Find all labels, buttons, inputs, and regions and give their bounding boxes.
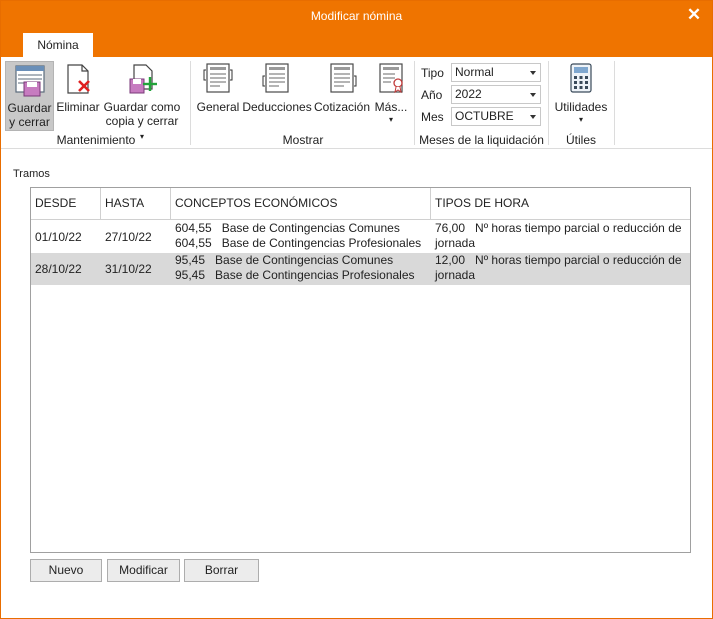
hasta-cell: 27/10/22: [105, 230, 152, 244]
cotizacion-button[interactable]: Cotización: [313, 61, 371, 131]
ribbon: Guardar y cerrar Eliminar Guardar como c…: [1, 57, 712, 149]
ribbon-separator: [414, 61, 415, 145]
deducciones-button[interactable]: Deducciones: [242, 61, 312, 131]
anio-label: Año: [421, 88, 443, 102]
tipo-hora-line: jornada: [435, 268, 476, 282]
anio-value: 2022: [455, 87, 482, 101]
tramos-label: Tramos: [13, 168, 50, 180]
tipo-select[interactable]: Normal: [451, 63, 541, 82]
group-label-mantenimiento: Mantenimiento: [56, 133, 136, 147]
ribbon-separator: [190, 61, 191, 145]
tipo-hora-line: jornada: [435, 236, 476, 250]
table-row[interactable]: 28/10/22 31/10/22 95,45 Base de Continge…: [31, 253, 690, 285]
hasta-cell: 31/10/22: [105, 262, 152, 276]
guardar-copia-label-1: Guardar como: [103, 100, 181, 114]
guardar-label-1: Guardar: [7, 101, 52, 115]
tramos-grid[interactable]: DESDE HASTA CONCEPTOS ECONÓMICOS TIPOS D…: [30, 187, 691, 553]
payslip-cotizacion-icon: [326, 61, 358, 97]
utilidades-button[interactable]: Utilidades ▾: [553, 61, 609, 131]
table-row[interactable]: 01/10/22 27/10/22 604,55 Base de Conting…: [31, 221, 690, 253]
close-icon[interactable]: ✕: [683, 4, 705, 26]
save-close-icon: [14, 62, 46, 98]
concepto-line: 95,45 Base de Contingencias Profesionale…: [175, 268, 415, 282]
column-header-conceptos[interactable]: CONCEPTOS ECONÓMICOS: [171, 188, 431, 219]
dropdown-arrow-icon: [530, 71, 536, 75]
mes-select[interactable]: OCTUBRE: [451, 107, 541, 126]
payslip-general-icon: [202, 61, 234, 97]
ribbon-separator: [614, 61, 615, 145]
title-bar: Modificar nómina ✕: [1, 1, 712, 33]
tipo-value: Normal: [455, 65, 494, 79]
grid-header: DESDE HASTA CONCEPTOS ECONÓMICOS TIPOS D…: [31, 188, 690, 220]
window-title: Modificar nómina: [310, 9, 403, 23]
tipo-hora-line: 76,00 Nº horas tiempo parcial o reducció…: [435, 221, 682, 235]
ribbon-separator: [548, 61, 549, 145]
general-label: General: [196, 100, 240, 114]
guardar-y-cerrar-button[interactable]: Guardar y cerrar: [5, 61, 54, 131]
deducciones-label: Deducciones: [242, 100, 312, 114]
mes-label: Mes: [421, 110, 444, 124]
tipo-label: Tipo: [421, 66, 444, 80]
guardar-label-2: y cerrar: [9, 115, 50, 129]
ribbon-tabstrip: Nómina: [1, 33, 712, 57]
conceptos-cell: 95,45 Base de Contingencias Comunes 95,4…: [175, 253, 431, 285]
group-label-utiles: Útiles: [565, 133, 596, 147]
dropdown-arrow-icon: [530, 93, 536, 97]
chevron-down-icon: ▾: [388, 115, 393, 124]
modificar-button[interactable]: Modificar: [107, 559, 180, 582]
nuevo-button[interactable]: Nuevo: [30, 559, 102, 582]
cotizacion-label: Cotización: [313, 100, 371, 114]
mas-button[interactable]: Más... ▾: [373, 61, 409, 131]
tipo-hora-cell: 76,00 Nº horas tiempo parcial o reducció…: [435, 221, 690, 253]
utilidades-label: Utilidades: [554, 100, 608, 114]
guardar-copia-button[interactable]: Guardar como copia y cerrar ▾: [102, 61, 182, 141]
concepto-line: 604,55 Base de Contingencias Profesional…: [175, 236, 422, 250]
column-header-hasta[interactable]: HASTA: [101, 188, 171, 219]
eliminar-label: Eliminar: [56, 100, 100, 114]
tipo-hora-line: 12,00 Nº horas tiempo parcial o reducció…: [435, 253, 682, 267]
payslip-deducciones-icon: [261, 61, 293, 97]
desde-cell: 01/10/22: [35, 230, 82, 244]
concepto-line: 604,55 Base de Contingencias Comunes: [175, 221, 400, 235]
save-copy-icon: [126, 61, 158, 97]
borrar-button[interactable]: Borrar: [184, 559, 259, 582]
tab-nomina[interactable]: Nómina: [23, 33, 93, 57]
group-label-mostrar: Mostrar: [282, 133, 324, 147]
column-header-desde[interactable]: DESDE: [31, 188, 101, 219]
mes-value: OCTUBRE: [455, 109, 514, 123]
anio-select[interactable]: 2022: [451, 85, 541, 104]
group-label-meses: Meses de la liquidación: [419, 133, 544, 147]
payslip-more-icon: [375, 61, 407, 97]
conceptos-cell: 604,55 Base de Contingencias Comunes 604…: [175, 221, 431, 253]
eliminar-button[interactable]: Eliminar: [56, 61, 100, 131]
concepto-line: 95,45 Base de Contingencias Comunes: [175, 253, 394, 267]
delete-document-icon: [62, 61, 94, 97]
chevron-down-icon: ▾: [578, 115, 583, 124]
general-button[interactable]: General: [195, 61, 241, 131]
tipo-hora-cell: 12,00 Nº horas tiempo parcial o reducció…: [435, 253, 690, 285]
desde-cell: 28/10/22: [35, 262, 82, 276]
mas-label: Más...: [374, 100, 408, 114]
modificar-nomina-window: Modificar nómina ✕ Nómina Guardar y cerr…: [0, 0, 713, 619]
column-header-tipos-hora[interactable]: TIPOS DE HORA: [431, 188, 690, 219]
calculator-icon: [565, 61, 597, 97]
dropdown-arrow-icon: [530, 115, 536, 119]
